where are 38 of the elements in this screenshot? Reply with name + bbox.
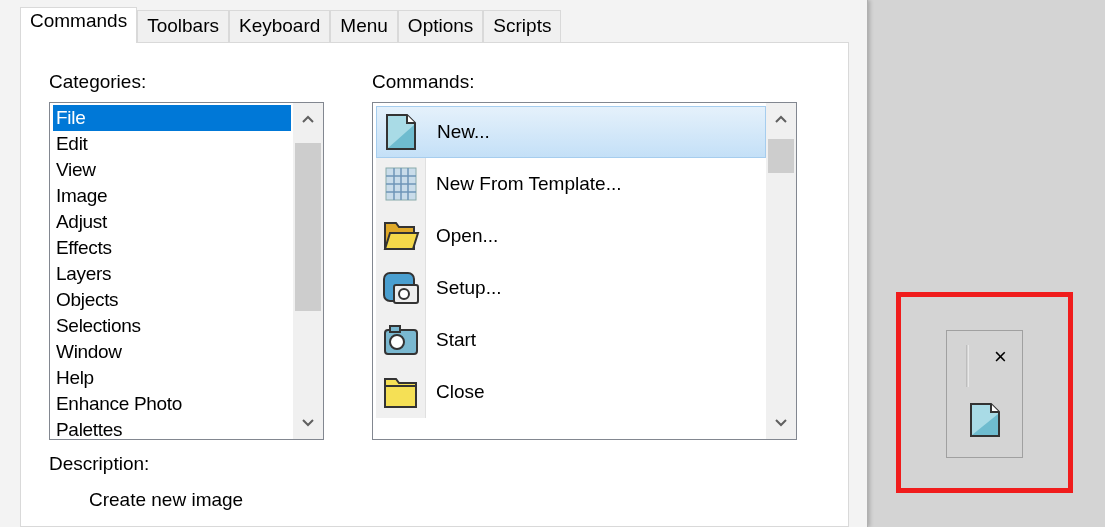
category-item[interactable]: Edit — [53, 131, 291, 157]
scrollbar-thumb[interactable] — [768, 139, 794, 173]
commands-list[interactable]: New... New From Template... Open... Setup... Start Close — [372, 102, 797, 440]
command-item[interactable]: New From Template... — [376, 158, 766, 210]
description-label: Description: — [49, 452, 151, 476]
category-item[interactable]: Enhance Photo — [53, 391, 291, 417]
camera-icon — [381, 269, 420, 307]
category-item[interactable]: Help — [53, 365, 291, 391]
category-item[interactable]: Image — [53, 183, 291, 209]
tab[interactable]: Commands — [20, 7, 138, 43]
category-item[interactable]: Adjust — [53, 209, 291, 235]
category-item[interactable]: Palettes — [53, 417, 291, 439]
scrollbar[interactable] — [766, 103, 796, 439]
description-text: Create new image — [89, 488, 245, 512]
command-item[interactable]: Close — [376, 366, 766, 418]
new-page-icon[interactable] — [969, 402, 1001, 438]
tab[interactable]: Options — [397, 10, 484, 42]
category-item[interactable]: File — [53, 105, 291, 131]
category-item[interactable]: Objects — [53, 287, 291, 313]
scrollbar-thumb[interactable] — [295, 143, 321, 311]
close-button[interactable]: × — [994, 346, 1007, 368]
scrollbar[interactable] — [293, 103, 323, 439]
category-item[interactable]: Layers — [53, 261, 291, 287]
command-item[interactable]: Setup... — [376, 262, 766, 314]
tab[interactable]: Menu — [330, 10, 398, 42]
category-item[interactable]: Effects — [53, 235, 291, 261]
category-item[interactable]: Selections — [53, 313, 291, 339]
tab[interactable]: Scripts — [483, 10, 562, 42]
categories-label: Categories: — [49, 70, 148, 94]
tab[interactable]: Keyboard — [229, 10, 331, 42]
tab[interactable]: Toolbars — [137, 10, 229, 42]
commands-label: Commands: — [372, 70, 476, 94]
category-item[interactable]: View — [53, 157, 291, 183]
categories-list[interactable]: File Edit View Image Adjust Effects Layers Objects Selections Window Help Enhance Photo Palettes — [49, 102, 324, 440]
category-item[interactable]: Window — [53, 339, 291, 365]
command-item[interactable]: Start — [376, 314, 766, 366]
command-item[interactable]: Open... — [376, 210, 766, 262]
command-item[interactable]: New... — [376, 106, 766, 158]
